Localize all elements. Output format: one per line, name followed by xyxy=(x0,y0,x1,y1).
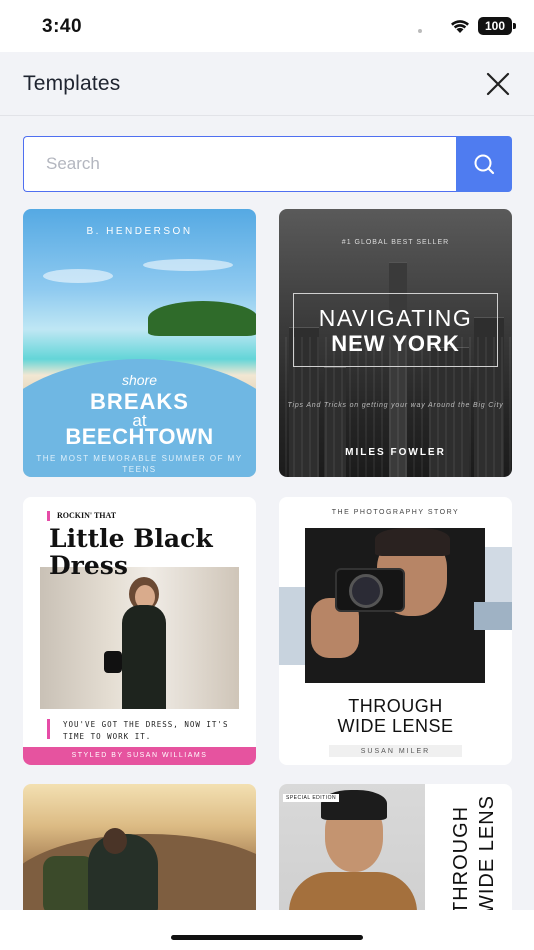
accent-bar xyxy=(47,719,50,739)
photo-head xyxy=(103,828,127,854)
card-title-line: NEW YORK xyxy=(331,331,460,356)
template-card-little-black-dress[interactable]: ROCKIN' THAT Little Black Dress YOU'VE G… xyxy=(23,497,256,765)
card-tagline: THE MOST MEMORABLE SUMMER OF MY TEENS xyxy=(36,454,243,474)
palm-trees xyxy=(148,301,256,336)
status-time: 3:40 xyxy=(42,16,83,37)
card-footer: STYLED BY SUSAN WILLIAMS xyxy=(23,747,256,765)
cloud xyxy=(143,259,233,271)
card-kicker: THE PHOTOGRAPHY STORY xyxy=(331,509,460,516)
search-bar xyxy=(23,136,512,192)
battery-icon: 100 xyxy=(478,17,512,35)
search-icon xyxy=(474,154,495,175)
card-title-line: THROUGH xyxy=(348,696,443,716)
camera-lens xyxy=(349,574,383,608)
battery-tip xyxy=(513,23,516,29)
card-author: B. HENDERSON xyxy=(86,226,193,237)
card-title-line: WIDE LENSE xyxy=(476,794,498,914)
template-card-shore-breaks[interactable]: B. HENDERSON shore BREAKS at BEECHTOWN T… xyxy=(23,209,256,477)
wifi-icon xyxy=(451,20,469,33)
home-indicator-area xyxy=(0,910,534,950)
template-card-through-wide-lense-portrait[interactable]: SPECIAL EDITION THROUGH WIDE LENSE xyxy=(279,784,512,924)
template-card-through-wide-lense[interactable]: THE PHOTOGRAPHY STORY THROUGH WIDE LENSE… xyxy=(279,497,512,765)
card-title-line: BEECHTOWN xyxy=(65,424,214,449)
card-title-line: WIDE LENSE xyxy=(337,716,454,736)
vertical-title: THROUGH WIDE LENSE xyxy=(450,794,498,914)
template-card-navigating-new-york[interactable]: #1 GLOBAL BEST SELLER NAVIGATING NEW YOR… xyxy=(279,209,512,477)
cover-photo xyxy=(305,528,485,683)
cover-photo xyxy=(40,567,239,709)
status-dot xyxy=(418,29,422,33)
search-button[interactable] xyxy=(456,136,512,192)
card-kicker: #1 GLOBAL BEST SELLER xyxy=(341,239,450,246)
decor-block xyxy=(474,602,512,630)
card-kicker: ROCKIN' THAT xyxy=(57,511,117,520)
page-title: Templates xyxy=(23,72,121,95)
photo-dress xyxy=(122,605,166,709)
card-title: THROUGH WIDE LENSE xyxy=(279,696,512,736)
close-icon xyxy=(486,72,510,96)
card-author: MILES FOWLER xyxy=(345,447,446,458)
card-body: YOU'VE GOT THE DRESS, NOW IT'S TIME TO W… xyxy=(63,720,229,741)
home-indicator[interactable] xyxy=(171,935,363,940)
card-title-line: shore xyxy=(121,372,158,388)
search-input[interactable] xyxy=(23,136,457,192)
close-button[interactable] xyxy=(484,70,512,98)
card-title-line: NAVIGATING xyxy=(318,305,473,331)
template-card-hiker[interactable] xyxy=(23,784,256,924)
status-bar: 3:40 100 xyxy=(0,0,534,52)
card-subtitle: Tips And Tricks on getting your way Arou… xyxy=(287,402,504,409)
card-title: Little Black Dress xyxy=(49,524,213,580)
accent-bar xyxy=(47,511,50,521)
photo-handbag xyxy=(104,651,122,673)
card-title-line: THROUGH xyxy=(450,806,472,914)
templates-header: Templates xyxy=(0,52,534,116)
edition-badge: SPECIAL EDITION xyxy=(283,794,340,802)
card-author: SUSAN MILER xyxy=(360,748,431,755)
cloud xyxy=(43,269,113,283)
cover-photo xyxy=(279,784,425,924)
photo-hair xyxy=(375,528,450,556)
